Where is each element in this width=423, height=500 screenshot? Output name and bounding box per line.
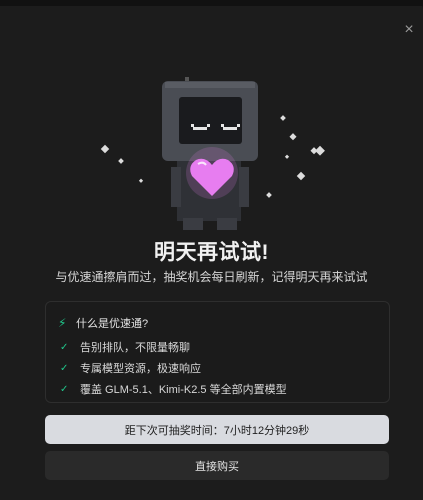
benefit-item: ✓ 告别排队，不限量畅聊 xyxy=(60,339,190,355)
close-icon[interactable]: × xyxy=(401,22,417,38)
heart-icon xyxy=(186,147,238,199)
benefit-label: 覆盖 GLM-5.1、Kimi-K2.5 等全部内置模型 xyxy=(80,384,287,396)
dialog-subtitle: 与优速通擦肩而过，抽奖机会每日刷新，记得明天再来试试 xyxy=(55,270,368,284)
countdown-button[interactable]: 距下次可抽奖时间：7小时12分钟29秒 xyxy=(45,415,389,444)
dialog-title: 明天再试试! xyxy=(154,241,269,264)
robot-illustration xyxy=(100,77,325,230)
lottery-dialog: × 明天再试试! 与优速通擦肩而过，抽奖机会每日刷新，记得明天再来试试 ⚡ 什么… xyxy=(0,0,423,500)
benefit-item: ✓ 专属模型资源，极速响应 xyxy=(60,360,201,376)
benefit-item: ✓ 覆盖 GLM-5.1、Kimi-K2.5 等全部内置模型 xyxy=(60,381,287,397)
check-icon: ✓ xyxy=(60,362,69,374)
benefits-heading-label: 什么是优速通? xyxy=(76,318,149,330)
top-divider xyxy=(0,0,423,6)
bolt-icon: ⚡ xyxy=(58,316,67,330)
check-icon: ✓ xyxy=(60,341,69,353)
buy-now-button[interactable]: 直接购买 xyxy=(45,451,389,480)
benefits-card: ⚡ 什么是优速通? ✓ 告别排队，不限量畅聊 ✓ 专属模型资源，极速响应 ✓ 覆… xyxy=(45,301,390,403)
benefit-label: 专属模型资源，极速响应 xyxy=(80,363,201,375)
benefit-label: 告别排队，不限量畅聊 xyxy=(80,342,190,354)
check-icon: ✓ xyxy=(60,383,69,395)
benefits-heading: ⚡ 什么是优速通? xyxy=(58,315,148,331)
